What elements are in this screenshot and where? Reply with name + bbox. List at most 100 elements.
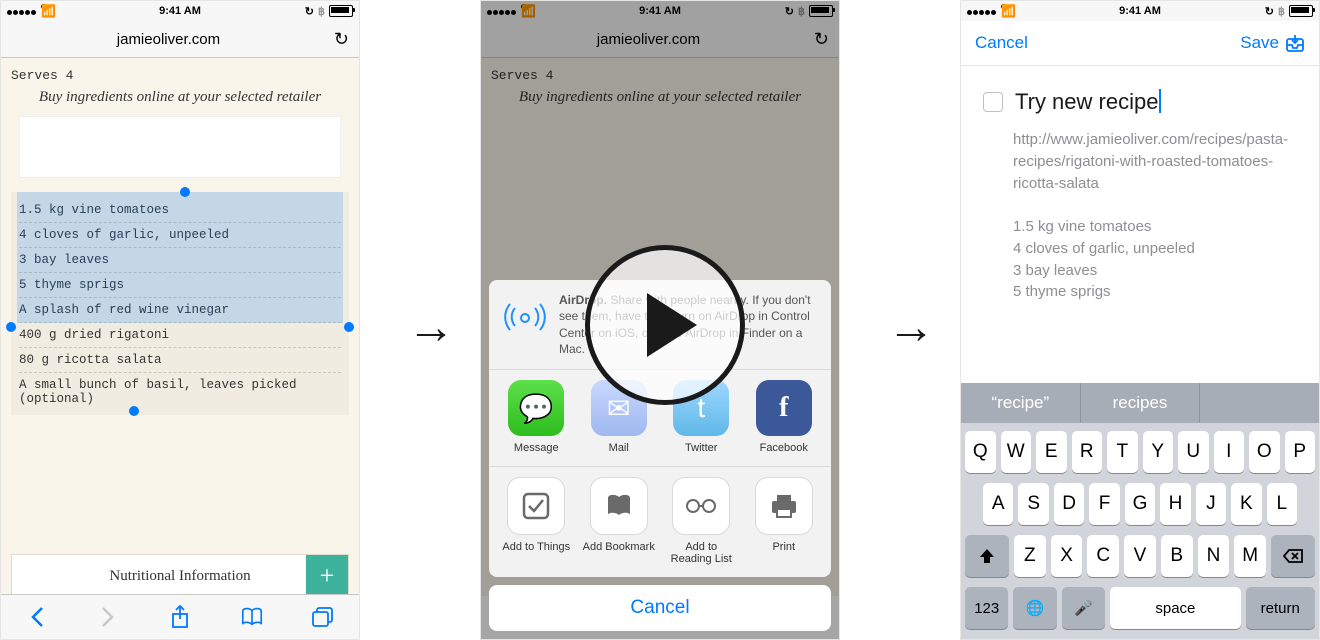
- reload-icon[interactable]: ↻: [334, 29, 349, 50]
- airdrop-icon: [503, 292, 547, 336]
- keyboard: Q W E R T Y U I O P A S D F G H J K L Z …: [961, 423, 1319, 639]
- key[interactable]: I: [1214, 431, 1245, 473]
- shift-key[interactable]: [965, 535, 1009, 577]
- keyboard-row: Q W E R T Y U I O P: [965, 431, 1315, 473]
- backspace-key[interactable]: [1271, 535, 1315, 577]
- ingredient-item: 1.5 kg vine tomatoes: [19, 198, 341, 223]
- key[interactable]: H: [1160, 483, 1190, 525]
- ingredient-item: A small bunch of basil, leaves picked (o…: [19, 373, 341, 411]
- key[interactable]: B: [1161, 535, 1193, 577]
- key[interactable]: E: [1036, 431, 1067, 473]
- arrow-icon: →: [407, 300, 455, 355]
- share-app-message[interactable]: 💬Message: [499, 380, 573, 454]
- key[interactable]: C: [1087, 535, 1119, 577]
- key[interactable]: P: [1285, 431, 1316, 473]
- ingredient-item: 80 g ricotta salata: [19, 348, 341, 373]
- key[interactable]: U: [1178, 431, 1209, 473]
- key[interactable]: L: [1267, 483, 1297, 525]
- serves-text: Serves 4: [11, 68, 349, 83]
- status-time: 9:41 AM: [961, 5, 1319, 17]
- bookmarks-icon[interactable]: [240, 605, 264, 629]
- url-text: jamieoliver.com: [11, 31, 326, 48]
- ingredients-list[interactable]: 1.5 kg vine tomatoes 4 cloves of garlic,…: [11, 192, 349, 415]
- key[interactable]: Z: [1014, 535, 1046, 577]
- key[interactable]: K: [1231, 483, 1261, 525]
- selection-handle-icon[interactable]: [180, 187, 190, 197]
- ingredient-item: A splash of red wine vinegar: [19, 298, 341, 323]
- print-icon: [755, 477, 813, 535]
- phone-screenshot-share-sheet: 📶 9:41 AM ↻฿ jamieoliver.com ↻ Serves 4 …: [480, 0, 840, 640]
- ingredient-item: 5 thyme sprigs: [19, 273, 341, 298]
- facebook-icon: f: [756, 380, 812, 436]
- forward-icon: [96, 605, 120, 629]
- phone-screenshot-things: 📶 9:41 AM ↻฿ Cancel Save Try new recipe …: [960, 0, 1320, 640]
- image-placeholder: [19, 116, 341, 178]
- nutritional-info-button[interactable]: Nutritional Information +: [11, 554, 349, 596]
- suggestion[interactable]: “recipe”: [961, 383, 1081, 423]
- arrow-icon: →: [887, 300, 935, 355]
- text-cursor-icon: [1159, 89, 1161, 113]
- suggestion[interactable]: recipes: [1081, 383, 1201, 423]
- bookmark-icon: [590, 477, 648, 535]
- cancel-button[interactable]: Cancel: [975, 33, 1028, 53]
- key[interactable]: F: [1089, 483, 1119, 525]
- battery-icon: [1289, 5, 1313, 17]
- key[interactable]: G: [1125, 483, 1155, 525]
- key[interactable]: Q: [965, 431, 996, 473]
- return-key[interactable]: return: [1246, 587, 1315, 629]
- status-bar: 📶 9:41 AM ↻฿: [961, 1, 1319, 21]
- ingredient-item: 3 bay leaves: [19, 248, 341, 273]
- webpage-content: Serves 4 Buy ingredients online at your …: [1, 58, 359, 596]
- phone-screenshot-safari: 📶 9:41 AM ↻฿ jamieoliver.com ↻ Serves 4 …: [0, 0, 360, 640]
- status-time: 9:41 AM: [1, 5, 359, 17]
- share-app-facebook[interactable]: fFacebook: [747, 380, 821, 454]
- cancel-button[interactable]: Cancel: [489, 585, 831, 631]
- todo-notes[interactable]: http://www.jamieoliver.com/recipes/pasta…: [1013, 129, 1297, 303]
- message-icon: 💬: [508, 380, 564, 436]
- key[interactable]: Y: [1143, 431, 1174, 473]
- key[interactable]: R: [1072, 431, 1103, 473]
- key[interactable]: X: [1051, 535, 1083, 577]
- share-action-row: Add to Things Add Bookmark Add to Readin…: [489, 467, 831, 577]
- glasses-icon: [672, 477, 730, 535]
- suggestion[interactable]: [1200, 383, 1319, 423]
- globe-key[interactable]: 🌐: [1013, 587, 1056, 629]
- selection-handle-icon[interactable]: [344, 322, 354, 332]
- todo-title-input[interactable]: Try new recipe: [1015, 89, 1161, 115]
- key[interactable]: A: [983, 483, 1013, 525]
- action-add-bookmark[interactable]: Add Bookmark: [582, 477, 656, 565]
- key[interactable]: S: [1018, 483, 1048, 525]
- address-bar[interactable]: jamieoliver.com ↻: [1, 21, 359, 58]
- action-add-to-things[interactable]: Add to Things: [499, 477, 573, 565]
- space-key[interactable]: space: [1110, 587, 1240, 629]
- battery-icon: [329, 5, 353, 17]
- keyboard-row: 123 🌐 🎤 space return: [965, 587, 1315, 629]
- plus-icon[interactable]: +: [306, 555, 348, 596]
- key[interactable]: O: [1249, 431, 1280, 473]
- key[interactable]: V: [1124, 535, 1156, 577]
- tabs-icon[interactable]: [311, 605, 335, 629]
- keyboard-suggestions: “recipe” recipes: [961, 383, 1319, 423]
- safari-toolbar: [1, 594, 359, 639]
- selection-handle-icon[interactable]: [6, 322, 16, 332]
- key[interactable]: D: [1054, 483, 1084, 525]
- status-bar: 📶 9:41 AM ↻฿: [1, 1, 359, 21]
- action-reading-list[interactable]: Add to Reading List: [664, 477, 738, 565]
- back-icon[interactable]: [25, 605, 49, 629]
- key[interactable]: W: [1001, 431, 1032, 473]
- play-overlay-icon[interactable]: [585, 245, 745, 405]
- key[interactable]: T: [1107, 431, 1138, 473]
- todo-editor[interactable]: Try new recipe http://www.jamieoliver.co…: [961, 65, 1319, 383]
- keyboard-row: Z X C V B N M: [965, 535, 1315, 577]
- key[interactable]: M: [1234, 535, 1266, 577]
- todo-checkbox[interactable]: [983, 92, 1003, 112]
- nutri-label: Nutritional Information: [109, 568, 250, 585]
- action-print[interactable]: Print: [747, 477, 821, 565]
- share-icon[interactable]: [168, 605, 192, 629]
- numbers-key[interactable]: 123: [965, 587, 1008, 629]
- key[interactable]: J: [1196, 483, 1226, 525]
- mic-key[interactable]: 🎤: [1062, 587, 1105, 629]
- save-button[interactable]: Save: [1240, 33, 1305, 53]
- key[interactable]: N: [1198, 535, 1230, 577]
- ingredient-item: 400 g dried rigatoni: [19, 323, 341, 348]
